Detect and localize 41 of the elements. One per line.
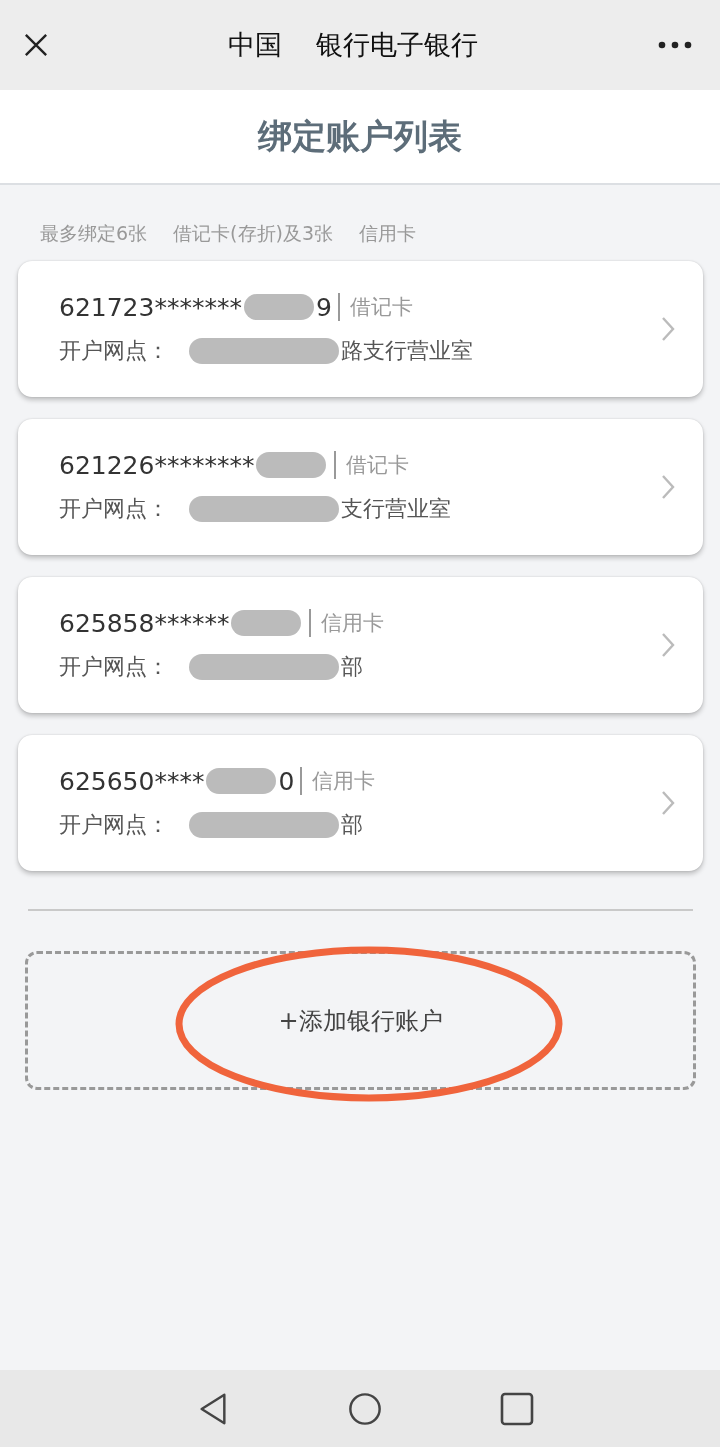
chevron-icon xyxy=(661,316,675,342)
hint-text: 借记卡(存折)及3张 xyxy=(173,221,333,246)
add-account-button[interactable]: +添加银行账户 xyxy=(25,951,696,1090)
branch-name: 支行营业室 xyxy=(341,495,451,523)
card-number: 625650**** xyxy=(59,766,205,796)
branch-label: 开户网点： xyxy=(59,337,169,365)
redaction-mark xyxy=(206,768,277,794)
chevron-icon xyxy=(661,790,675,816)
redaction-mark xyxy=(231,610,302,636)
chevron-icon xyxy=(661,474,675,500)
more-icon[interactable] xyxy=(658,41,692,49)
card-number: 621226******** xyxy=(59,450,255,480)
close-icon[interactable] xyxy=(24,33,48,57)
account-card[interactable]: 621723******* 9 借记卡 开户网点： 路支行营业室 xyxy=(18,261,703,397)
redaction-mark xyxy=(243,294,314,320)
hint-text: 最多绑定6张 xyxy=(40,221,148,246)
branch-name: 部 xyxy=(341,653,363,681)
page-title: 绑定账户列表 xyxy=(258,114,462,158)
card-number: 0 xyxy=(278,766,295,796)
card-type: 信用卡 xyxy=(312,768,376,795)
card-number: 621723******* xyxy=(59,292,242,322)
branch-label: 开户网点： xyxy=(59,495,169,523)
branch-label: 开户网点： xyxy=(59,653,169,681)
hint-text: 信用卡 xyxy=(359,221,416,246)
account-card[interactable]: 621226******** 借记卡 开户网点： 支行营业室 xyxy=(18,419,703,555)
account-card[interactable]: 625650**** 0 信用卡 开户网点： 部 xyxy=(18,735,703,871)
chevron-icon xyxy=(661,632,675,658)
account-card[interactable]: 625858****** 信用卡 开户网点： 部 xyxy=(18,577,703,713)
home-icon[interactable] xyxy=(348,1391,382,1426)
recents-icon[interactable] xyxy=(500,1391,534,1426)
card-type: 借记卡 xyxy=(346,452,410,479)
card-number: 9 xyxy=(315,292,332,322)
redaction-mark xyxy=(256,452,327,478)
card-number: 625858****** xyxy=(59,608,230,638)
window-title: 中国 xyxy=(228,28,282,62)
branch-label: 开户网点： xyxy=(59,811,169,839)
card-type: 信用卡 xyxy=(321,610,385,637)
branch-name: 路支行营业室 xyxy=(341,337,473,365)
branch-name: 部 xyxy=(341,811,363,839)
card-type: 借记卡 xyxy=(349,294,413,321)
window-title: 银行电子银行 xyxy=(316,28,478,62)
